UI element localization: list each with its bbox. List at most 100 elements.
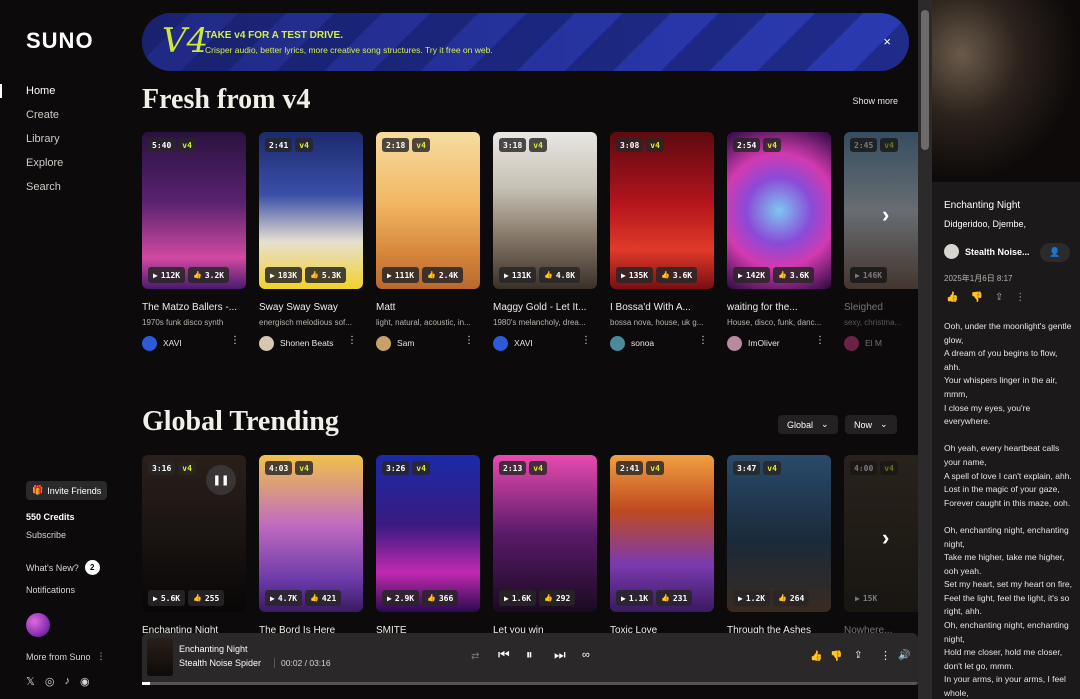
song-title[interactable]: Sway Sway Sway [259, 302, 363, 313]
play-icon: ▶ [855, 593, 860, 603]
song-cover[interactable]: 2:41 v4 ▶ 1.1K 👍 231 [610, 455, 714, 612]
loop-icon[interactable]: ∞ [582, 649, 590, 661]
player-cover[interactable] [147, 638, 173, 676]
chevron-right-icon[interactable]: › [882, 525, 900, 551]
song-cover[interactable]: 3:08 v4 ▶ 135K 👍 3.6K [610, 132, 714, 289]
more-from-suno-link[interactable]: More from Suno ⋮ [26, 651, 106, 662]
song-title[interactable]: The Matzo Ballers -... [142, 302, 246, 313]
play-icon: ▶ [621, 593, 626, 603]
play-count: ▶ 5.6K [148, 590, 186, 606]
previous-icon[interactable]: ⏮ [498, 647, 510, 663]
song-title[interactable]: Matt [376, 302, 480, 313]
user-avatar[interactable] [26, 613, 50, 637]
main-scrollbar[interactable] [918, 0, 932, 699]
more-vertical-icon[interactable]: ⋮ [464, 335, 474, 346]
more-vertical-icon[interactable]: ⋮ [581, 335, 591, 346]
thumbs-down-icon[interactable]: 👎 [830, 651, 842, 662]
shuffle-icon[interactable]: ⇄ [471, 651, 479, 662]
discord-icon[interactable]: ◉ [80, 675, 90, 688]
version-badge: v4 [295, 138, 313, 152]
song-title[interactable]: Sleighed [844, 302, 918, 313]
share-icon[interactable]: ⇪ [854, 650, 862, 661]
thumbs-up-icon[interactable]: 👍 [946, 292, 958, 303]
play-count: ▶ 111K [382, 267, 420, 283]
duration-pill: 2:41 v4 [265, 138, 313, 152]
sidebar-item-home[interactable]: Home [0, 82, 128, 106]
share-icon[interactable]: ⇪ [995, 292, 1003, 303]
player-track-title[interactable]: Enchanting Night [179, 644, 248, 654]
tiktok-icon[interactable]: ♪ [64, 675, 70, 688]
follow-button[interactable]: 👤 [1040, 243, 1070, 262]
more-from-suno-label: More from Suno [26, 651, 91, 662]
whats-new-link[interactable]: What's New? 2 [26, 560, 100, 575]
volume-icon[interactable]: 🔊 [898, 650, 910, 661]
v4-promo-banner[interactable]: V4 TAKE v4 FOR A TEST DRIVE. Crisper aud… [142, 13, 909, 71]
more-vertical-icon[interactable]: ⋮ [347, 335, 357, 346]
notifications-link[interactable]: Notifications [26, 585, 75, 595]
player-progress-bar[interactable] [142, 682, 918, 685]
now-playing-bar: Enchanting Night Stealth Noise Spider 00… [142, 633, 918, 685]
player-artist[interactable]: Stealth Noise Spider [179, 658, 261, 668]
more-vertical-icon: ⋮ [96, 651, 106, 661]
more-vertical-icon[interactable]: ⋮ [815, 335, 825, 346]
play-icon: ▶ [621, 270, 626, 280]
next-icon[interactable]: ⏭ [554, 647, 566, 663]
song-cover[interactable]: 2:41 v4 ▶ 183K 👍 5.3K [259, 132, 363, 289]
author-name: Sam [397, 338, 415, 348]
thumbs-up-icon[interactable]: 👍 [810, 651, 822, 662]
song-cover[interactable]: 3:16 v4 ▶ 5.6K 👍 255 ❚❚ [142, 455, 246, 612]
song-cover[interactable]: 3:18 v4 ▶ 131K 👍 4.8K [493, 132, 597, 289]
instagram-icon[interactable]: ◎ [45, 675, 55, 688]
sidebar-item-library[interactable]: Library [0, 130, 128, 154]
play-icon: ▶ [738, 270, 743, 280]
show-more-link[interactable]: Show more [852, 96, 898, 106]
suno-logo[interactable]: SUNO [26, 28, 94, 54]
author-avatar [259, 335, 274, 351]
invite-friends-button[interactable]: 🎁 Invite Friends [26, 481, 108, 500]
song-cover[interactable]: 2:45 v4 ▶ 146K [844, 132, 918, 289]
song-cover[interactable]: 4:03 v4 ▶ 4.7K 👍 421 [259, 455, 363, 612]
song-cover[interactable]: 4:00 v4 ▶ 15K [844, 455, 918, 612]
song-tags[interactable]: Didgeridoo, Djembe, [944, 219, 1026, 229]
x-icon[interactable]: 𝕏 [26, 675, 35, 688]
song-duration: 3:47 [733, 461, 761, 475]
pause-icon[interactable]: ⏸ [526, 647, 533, 663]
thumbs-down-icon[interactable]: 👎 [970, 292, 982, 303]
thumbs-up-icon: 👍 [544, 594, 553, 602]
play-count-value: 112K [160, 270, 181, 280]
subscribe-link[interactable]: Subscribe [26, 530, 66, 540]
song-cover[interactable]: 2:18 v4 ▶ 111K 👍 2.4K [376, 132, 480, 289]
thumbs-up-icon: 👍 [193, 594, 202, 602]
sidebar-item-explore[interactable]: Explore [0, 154, 128, 178]
banner-subtitle: Crisper audio, better lyrics, more creat… [205, 45, 493, 55]
more-vertical-icon[interactable]: ⋮ [880, 649, 891, 662]
song-cover[interactable]: 3:26 v4 ▶ 2.9K 👍 366 [376, 455, 480, 612]
region-dropdown[interactable]: Global ⌄ [778, 415, 838, 434]
like-count-value: 3.6K [789, 270, 810, 280]
song-cover[interactable]: 2:54 v4 ▶ 142K 👍 3.6K [727, 132, 831, 289]
song-cover[interactable]: 5:40 v4 ▶ 112K 👍 3.2K [142, 132, 246, 289]
song-cover[interactable]: 3:47 v4 ▶ 1.2K 👍 264 [727, 455, 831, 612]
more-vertical-icon[interactable]: ⋮ [1015, 292, 1025, 303]
more-vertical-icon[interactable]: ⋮ [230, 335, 240, 346]
like-count-value: 366 [438, 593, 454, 603]
chevron-right-icon[interactable]: › [882, 202, 900, 228]
song-title[interactable]: waiting for the... [727, 302, 831, 313]
play-icon: ▶ [504, 593, 509, 603]
sidebar-item-search[interactable]: Search [0, 178, 128, 202]
version-badge: v4 [178, 461, 196, 475]
song-cover[interactable]: 2:13 v4 ▶ 1.6K 👍 292 [493, 455, 597, 612]
play-count: ▶ 135K [616, 267, 654, 283]
more-vertical-icon[interactable]: ⋮ [698, 335, 708, 346]
sidebar-item-create[interactable]: Create [0, 106, 128, 130]
scrollbar-thumb[interactable] [921, 10, 929, 150]
close-icon[interactable]: × [883, 34, 891, 49]
pause-icon[interactable]: ❚❚ [206, 465, 236, 495]
song-tags: light, natural, acoustic, in... [376, 318, 471, 327]
version-badge: v4 [646, 461, 664, 475]
song-artist[interactable]: Stealth Noise... [944, 244, 1030, 259]
song-author[interactable]: El M [844, 335, 918, 351]
time-dropdown[interactable]: Now ⌄ [845, 415, 897, 434]
song-title[interactable]: I Bossa'd With A... [610, 302, 714, 313]
song-title[interactable]: Maggy Gold - Let It... [493, 302, 597, 313]
